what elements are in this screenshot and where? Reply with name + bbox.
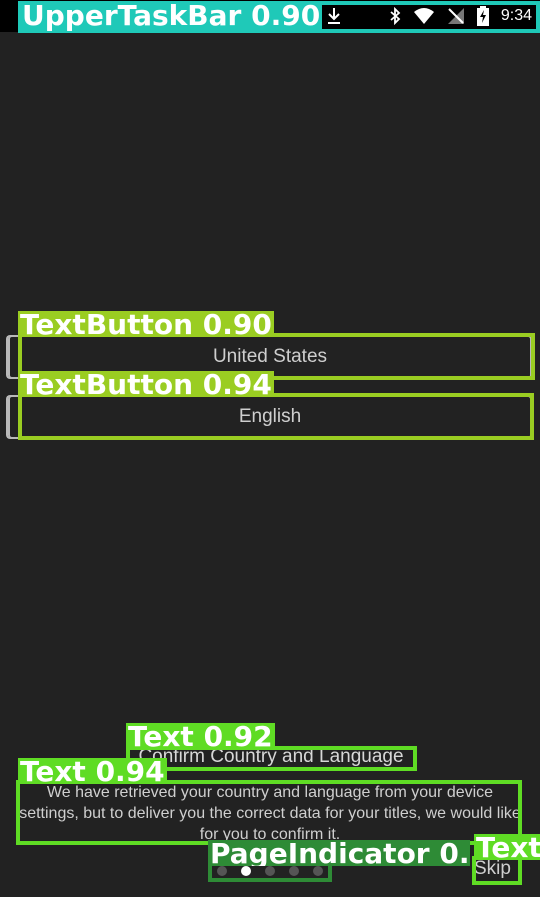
upper-task-bar-box: UpperTaskBar 0.90 [18, 1, 540, 33]
language-button-box: TextButton 0.94 [18, 371, 534, 440]
country-button-box-label: TextButton 0.90 [18, 308, 274, 341]
skip-text-box-label: Text [474, 834, 540, 860]
body-text-box: Text 0.94 [16, 758, 522, 845]
title-text-box-label: Text 0.92 [126, 720, 275, 753]
language-button-box-label: TextButton 0.94 [18, 368, 274, 401]
page-indicator-box: PageIndicator 0.8 [208, 840, 470, 882]
country-button-edge [6, 335, 16, 379]
title-text-box: Text 0.92 [126, 723, 417, 771]
page-indicator-box-label: PageIndicator 0.8 [208, 840, 470, 866]
language-button-edge [6, 395, 16, 439]
skip-text-box: Text [472, 834, 540, 885]
upper-task-bar-label: UpperTaskBar 0.90 [20, 0, 323, 32]
body-text-box-label: Text 0.94 [18, 755, 167, 788]
